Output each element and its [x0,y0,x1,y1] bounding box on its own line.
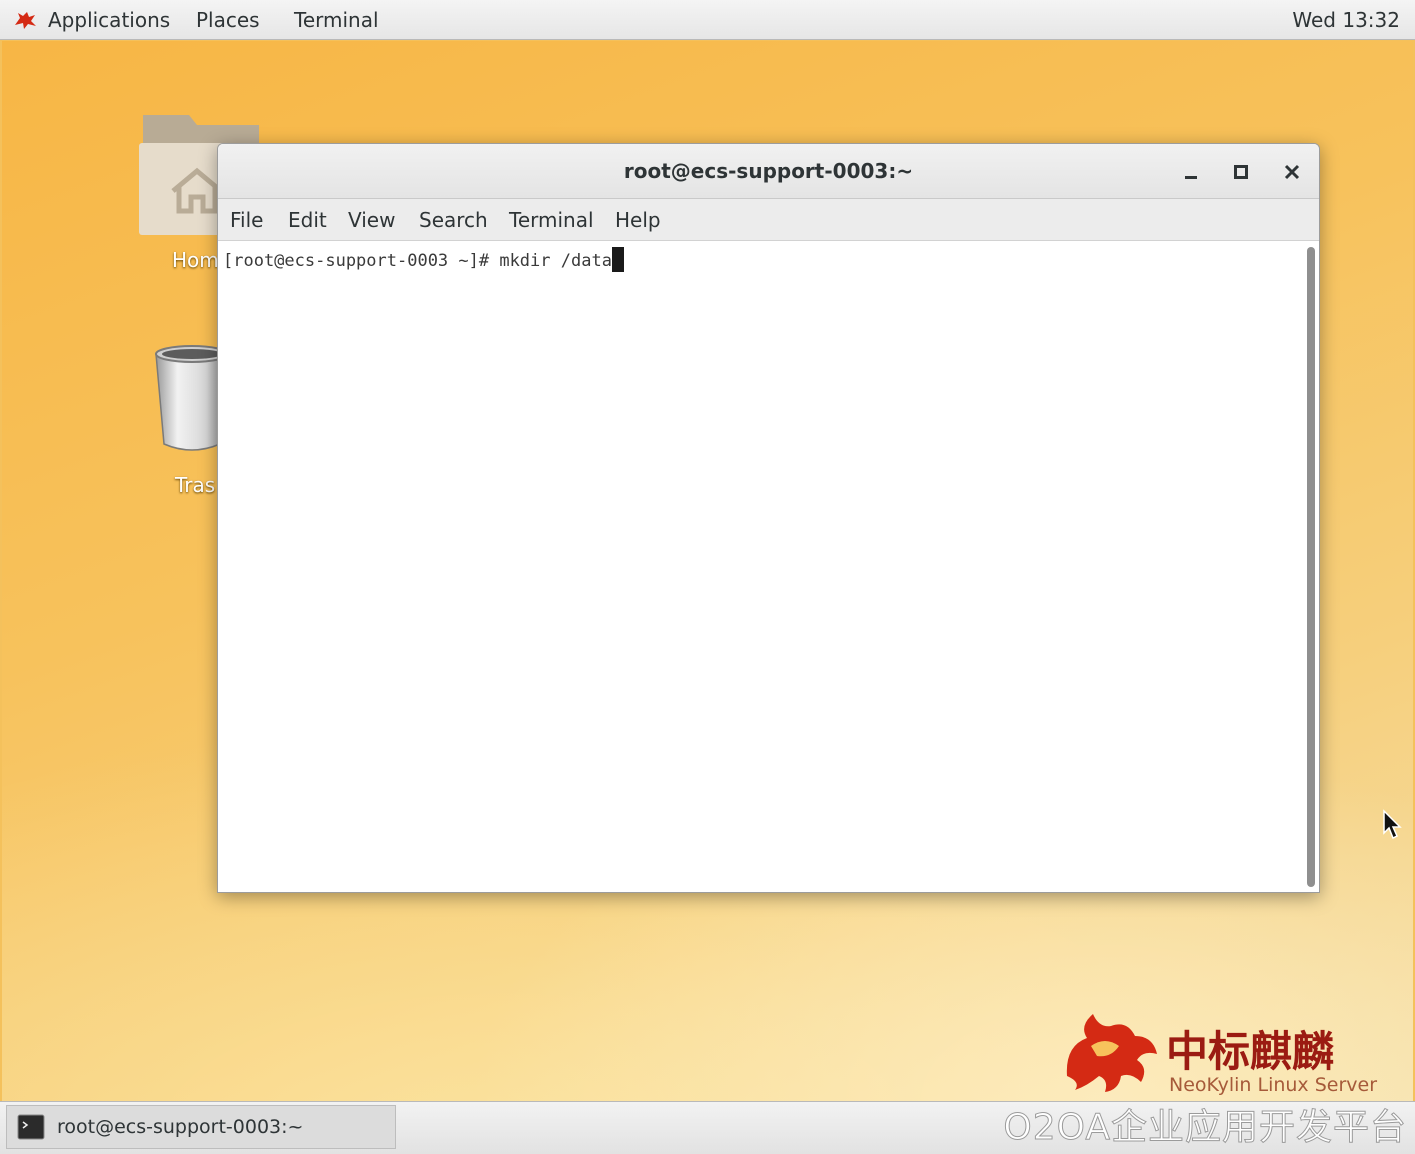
menu-search[interactable]: Search [419,199,488,241]
places-menu[interactable]: Places [196,0,260,40]
terminal-text: [root@ecs-support-0003 ~]# mkdir /data [223,251,612,271]
neokylin-logo-icon [15,12,36,29]
mouse-pointer-icon [1383,809,1402,840]
applications-menu[interactable]: Applications [48,0,170,40]
watermark-text: O2OA企业应用开发平台 [1003,1107,1407,1149]
top-panel: Applications Places Terminal Wed 13:32 [0,0,1415,40]
neokylin-brand-icon [1066,1014,1157,1092]
terminal-line: [root@ecs-support-0003 ~]# mkdir /data [223,247,624,272]
window-titlebar[interactable]: root@ecs-support-0003:~ [218,144,1319,199]
minimize-icon[interactable] [1177,158,1205,186]
brand-chinese-name: 中标麒麟 [1166,1027,1335,1076]
brand-english-name: NeoKylin Linux Server [1169,1074,1378,1096]
home-icon-label[interactable]: Hom [172,248,219,272]
terminal-icon [17,1114,45,1140]
menu-terminal[interactable]: Terminal [509,199,594,241]
taskbar-window-button[interactable]: root@ecs-support-0003:~ [6,1105,396,1149]
trash-icon-label[interactable]: Tras [175,473,215,497]
menu-help[interactable]: Help [615,199,661,241]
clock[interactable]: Wed 13:32 [1292,0,1400,40]
menu-edit[interactable]: Edit [288,199,327,241]
window-menubar: File Edit View Search Terminal Help [218,199,1319,241]
menu-view[interactable]: View [348,199,395,241]
window-title: root@ecs-support-0003:~ [623,159,914,183]
maximize-icon[interactable] [1227,158,1255,186]
terminal-app-menu[interactable]: Terminal [294,0,379,40]
text-cursor [611,247,624,272]
terminal-scrollbar[interactable] [1307,247,1315,887]
menu-file[interactable]: File [230,199,263,241]
bottom-panel: root@ecs-support-0003:~ O2OA企业应用开发平台 [0,1101,1415,1154]
taskbar-window-label: root@ecs-support-0003:~ [57,1116,304,1138]
close-icon[interactable] [1278,158,1306,186]
terminal-area[interactable]: [root@ecs-support-0003 ~]# mkdir /data [218,241,1319,892]
terminal-window[interactable]: root@ecs-support-0003:~ File Edit View S… [217,143,1320,893]
